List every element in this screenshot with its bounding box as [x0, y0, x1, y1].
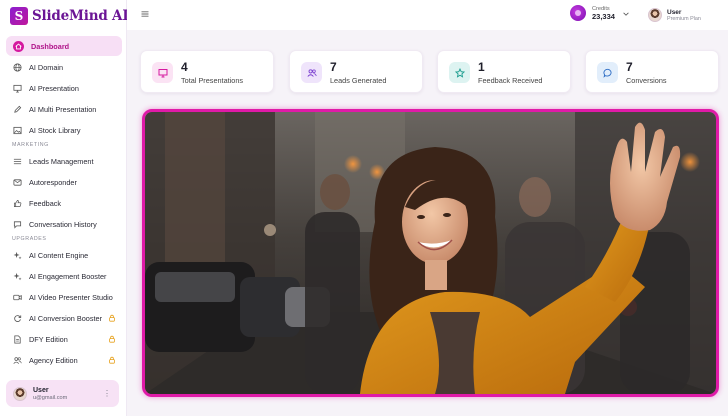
home-icon — [13, 40, 24, 52]
sidebar-item-label: Conversation History — [29, 219, 97, 229]
stat-label: Feedback Received — [478, 76, 543, 85]
sidebar-item-ai-stock-library[interactable]: AI Stock Library — [6, 120, 122, 140]
sidebar-item-label: Dashboard — [31, 41, 70, 51]
section-label-upgrades: UPGRADES — [12, 236, 47, 242]
sidebar-user-name: User — [33, 386, 49, 394]
sidebar-item-label: AI Domain — [29, 62, 64, 72]
sidebar-item-label: AI Content Engine — [29, 250, 89, 260]
refresh-icon — [13, 314, 22, 323]
sidebar-item-ai-video-presenter-studio[interactable]: AI Video Presenter Studio — [6, 287, 122, 307]
users-icon — [301, 62, 322, 83]
section-label-marketing: MARKETING — [12, 142, 49, 148]
sidebar-item-label: AI Multi Presentation — [29, 104, 97, 114]
header-user-name: User — [667, 8, 682, 16]
more-vertical-icon[interactable]: ⋮ — [103, 389, 111, 398]
brand-name: SlideMind AI — [32, 8, 129, 24]
users-icon — [13, 356, 22, 365]
chevron-down-icon[interactable] — [622, 10, 630, 18]
header-user-menu[interactable]: User Premium Plan — [648, 4, 728, 26]
sidebar-item-dfy-edition[interactable]: DFY Edition — [6, 329, 122, 349]
stat-card-total-presentations: 4 Total Presentations — [140, 50, 274, 93]
stat-value: 7 — [330, 60, 337, 74]
sidebar-item-leads-management[interactable]: Leads Management — [6, 151, 122, 171]
presentation-icon — [152, 62, 173, 83]
avatar — [13, 386, 27, 401]
mail-icon — [13, 178, 22, 187]
credits-display[interactable]: Credits 23,334 — [570, 5, 615, 21]
chat-icon — [597, 62, 618, 83]
sidebar-nav: Dashboard AI Domain AI Presentation AI M… — [6, 36, 122, 371]
sidebar-item-label: DFY Edition — [29, 334, 68, 344]
hero-photo-woman-waving — [145, 112, 716, 394]
sidebar-user-card[interactable]: User u@gmail.com ⋮ — [6, 380, 119, 407]
sidebar-item-autoresponder[interactable]: Autoresponder — [6, 172, 122, 192]
sidebar-item-ai-conversion-booster[interactable]: AI Conversion Booster — [6, 308, 122, 328]
document-icon — [13, 334, 22, 344]
sidebar-item-agency-edition[interactable]: Agency Edition — [6, 350, 122, 370]
video-icon — [13, 293, 22, 302]
avatar — [648, 8, 662, 22]
credits-coin-icon — [570, 5, 586, 21]
lock-icon — [109, 335, 115, 343]
credits-value: 23,334 — [592, 11, 615, 21]
sidebar-item-label: AI Video Presenter Studio — [29, 292, 113, 302]
sidebar-item-label: Leads Management — [29, 156, 94, 166]
sidebar-user-email: u@gmail.com — [33, 394, 68, 401]
stat-card-conversions: 7 Conversions — [585, 50, 719, 93]
stat-card-leads-generated: 7 Leads Generated — [289, 50, 423, 93]
lock-icon — [109, 356, 115, 364]
header-user-info: User Premium Plan — [667, 9, 719, 22]
hamburger-icon[interactable] — [140, 9, 150, 19]
brand-logo: S — [10, 7, 28, 25]
chat-icon — [13, 220, 22, 229]
sidebar-item-label: AI Engagement Booster — [29, 271, 107, 281]
sidebar-item-ai-content-engine[interactable]: AI Content Engine — [6, 245, 122, 265]
hero-banner-image — [142, 109, 719, 397]
sidebar-item-ai-multi-presentation[interactable]: AI Multi Presentation — [6, 99, 122, 119]
image-icon — [13, 126, 22, 135]
sparkle-icon — [13, 272, 22, 281]
sidebar-user-info: User u@gmail.com — [33, 387, 67, 401]
sidebar-item-feedback[interactable]: Feedback — [6, 193, 122, 213]
stat-label: Conversions — [626, 76, 667, 85]
list-icon — [13, 157, 22, 166]
globe-icon — [13, 62, 22, 72]
top-header: Credits 23,334 User Premium Plan — [127, 0, 728, 30]
sidebar-item-label: Feedback — [29, 198, 62, 208]
stat-card-feedback-received: 1 Feedback Received — [437, 50, 571, 93]
sidebar-item-dashboard[interactable]: Dashboard — [6, 36, 122, 56]
header-user-plan: Premium Plan — [667, 15, 701, 22]
sidebar-item-label: Agency Edition — [29, 355, 78, 365]
star-icon — [449, 62, 470, 83]
stat-value: 1 — [478, 60, 485, 74]
stat-label: Leads Generated — [330, 76, 387, 85]
sidebar-item-ai-presentation[interactable]: AI Presentation — [6, 78, 122, 98]
sidebar: S SlideMind AI Dashboard AI Domain AI Pr… — [0, 0, 129, 416]
sidebar-item-ai-engagement-booster[interactable]: AI Engagement Booster — [6, 266, 122, 286]
sidebar-item-label: AI Presentation — [29, 83, 79, 93]
brand[interactable]: S SlideMind AI — [10, 6, 129, 26]
sidebar-item-ai-domain[interactable]: AI Domain — [6, 57, 122, 77]
sidebar-item-label: AI Conversion Booster — [29, 313, 103, 323]
sparkle-icon — [13, 251, 22, 260]
sidebar-item-conversation-history[interactable]: Conversation History — [6, 214, 122, 234]
credits-text: Credits 23,334 — [592, 6, 615, 21]
lock-icon — [109, 314, 115, 322]
stat-value: 4 — [181, 60, 188, 74]
stat-value: 7 — [626, 60, 633, 74]
pen-icon — [13, 105, 22, 114]
presentation-icon — [13, 84, 22, 93]
thumbs-up-icon — [13, 199, 22, 208]
stat-label: Total Presentations — [181, 76, 244, 85]
sidebar-item-label: AI Stock Library — [29, 125, 81, 135]
sidebar-item-label: Autoresponder — [29, 177, 77, 187]
